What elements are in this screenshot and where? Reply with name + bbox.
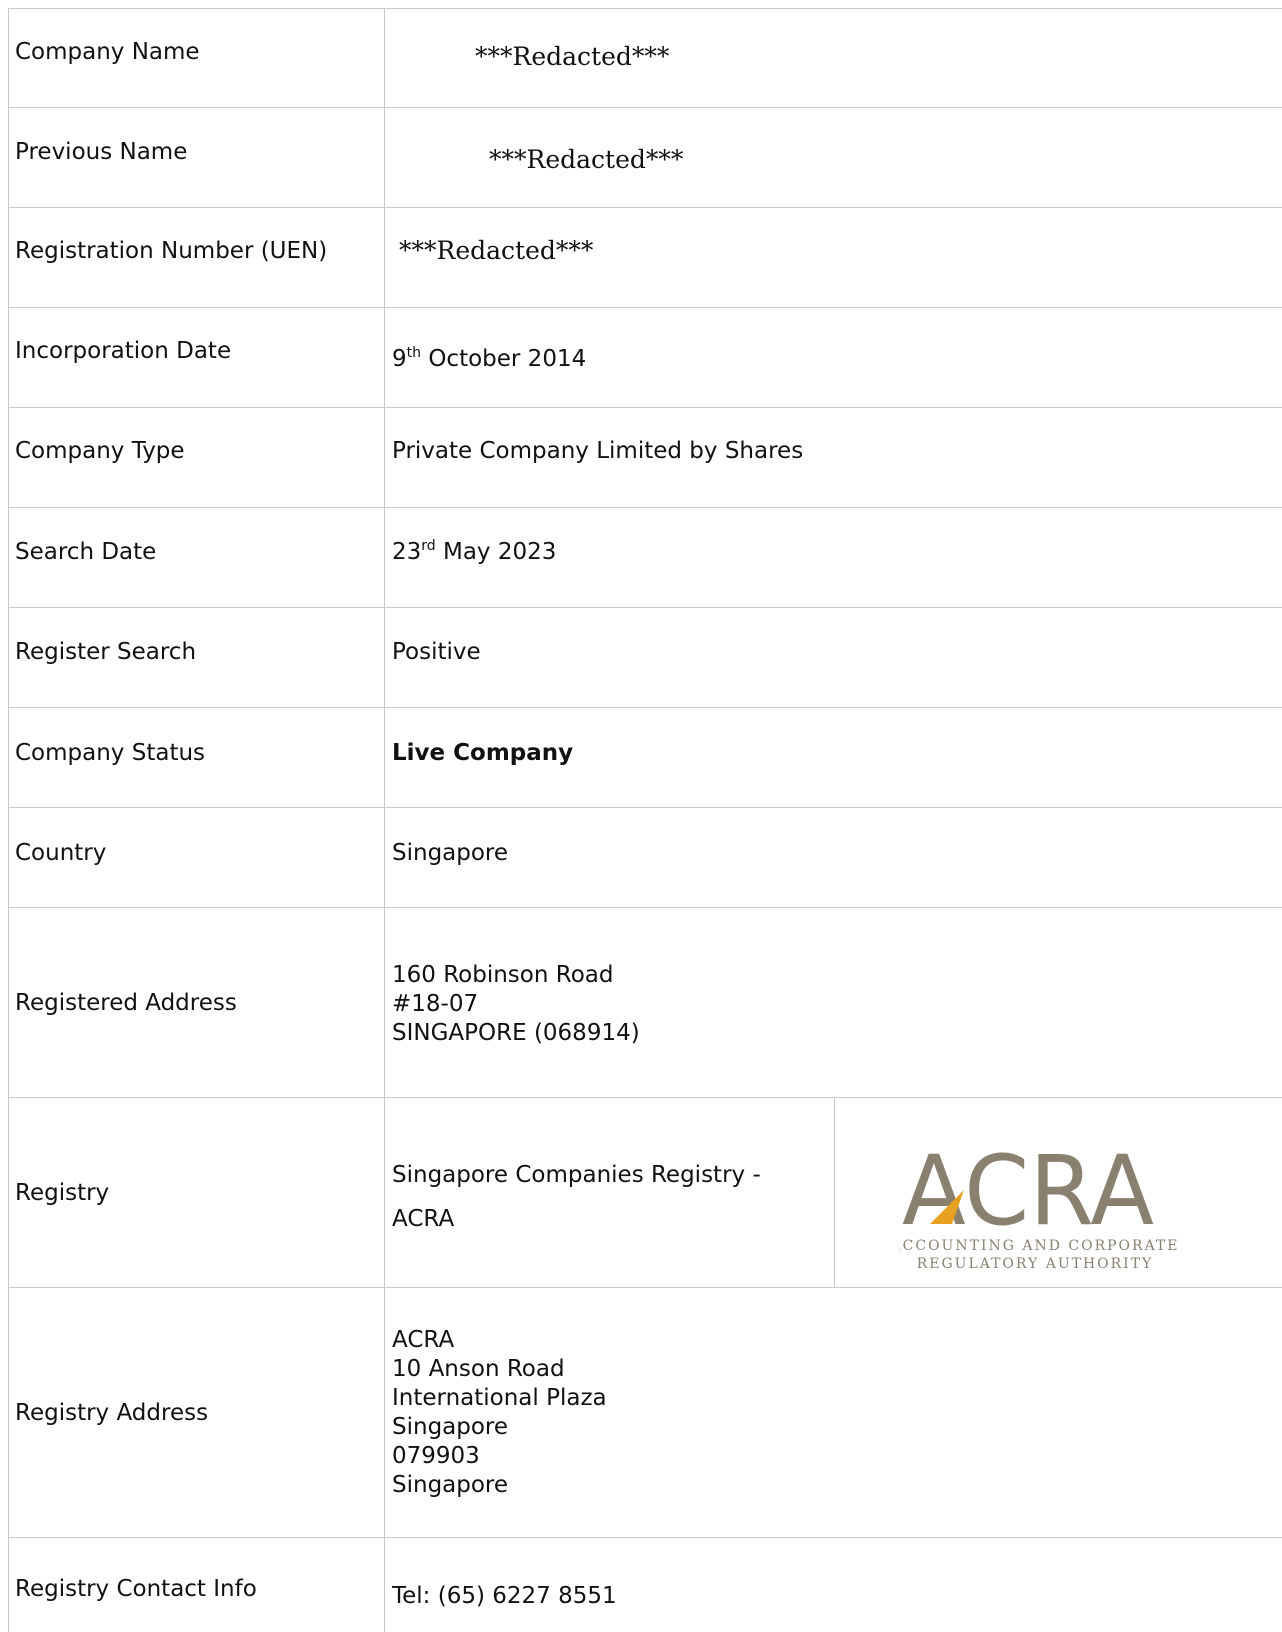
incorporation-date-label: Incorporation Date <box>15 338 232 364</box>
registry-value: Singapore Companies Registry - ACRA <box>392 1153 761 1241</box>
company-name-label: Company Name <box>15 39 200 65</box>
registered-address-label: Registered Address <box>15 990 237 1016</box>
address-line: SINGAPORE (068914) <box>392 1020 640 1046</box>
acra-logo-subtitle-2: REGULATORY AUTHORITY <box>917 1256 1154 1270</box>
previous-name-label: Previous Name <box>15 139 188 165</box>
registry-address-line: Singapore <box>392 1414 509 1440</box>
acra-logo: ACRA ACCOUNTING AND CORPORATE REGULATORY… <box>900 1140 1179 1270</box>
company-type-label: Company Type <box>15 438 185 464</box>
registered-address-value: 160 Robinson Road #18-07 SINGAPORE (0689… <box>392 961 640 1048</box>
incorporation-date-value: 9th October 2014 <box>392 345 587 372</box>
previous-name-value: ***Redacted*** <box>489 145 684 174</box>
table-row-country <box>8 808 1282 908</box>
search-date-value: 23rd May 2023 <box>392 538 557 565</box>
registry-address-line: ACRA <box>392 1327 455 1353</box>
company-status-label: Company Status <box>15 740 206 766</box>
registry-line: ACRA <box>392 1206 455 1232</box>
table-row-search-date <box>8 508 1282 608</box>
registry-address-value: ACRA 10 Anson Road International Plaza S… <box>392 1326 607 1500</box>
country-value: Singapore <box>392 840 509 866</box>
acra-logo-wordmark: ACRA <box>902 1140 1154 1247</box>
company-info-table: Company Name ***Redacted*** Previous Nam… <box>8 8 1282 1632</box>
registry-logo-divider <box>834 1098 835 1288</box>
acra-logo-subtitle-1: ACCOUNTING AND CORPORATE <box>900 1238 1179 1254</box>
uen-value: ***Redacted*** <box>399 236 594 265</box>
country-label: Country <box>15 840 107 866</box>
search-date-label: Search Date <box>15 539 157 565</box>
register-search-value: Positive <box>392 639 481 665</box>
table-row-register-search <box>8 608 1282 708</box>
address-line: 160 Robinson Road <box>392 962 614 988</box>
registry-contact-label: Registry Contact Info <box>15 1576 257 1602</box>
registry-line: Singapore Companies Registry - <box>392 1162 761 1188</box>
registry-label: Registry <box>15 1180 110 1206</box>
registry-address-line: 10 Anson Road <box>392 1356 565 1382</box>
registry-address-line: International Plaza <box>392 1385 607 1411</box>
company-name-value: ***Redacted*** <box>475 42 670 71</box>
company-status-value: Live Company <box>392 740 574 766</box>
uen-label: Registration Number (UEN) <box>15 238 328 264</box>
registry-address-label: Registry Address <box>15 1400 209 1426</box>
register-search-label: Register Search <box>15 639 197 665</box>
company-type-value: Private Company Limited by Shares <box>392 438 804 464</box>
registry-contact-value: Tel: (65) 6227 8551 <box>392 1583 617 1609</box>
registry-address-line: Singapore <box>392 1472 509 1498</box>
registry-address-line: 079903 <box>392 1443 480 1469</box>
address-line: #18-07 <box>392 991 479 1017</box>
